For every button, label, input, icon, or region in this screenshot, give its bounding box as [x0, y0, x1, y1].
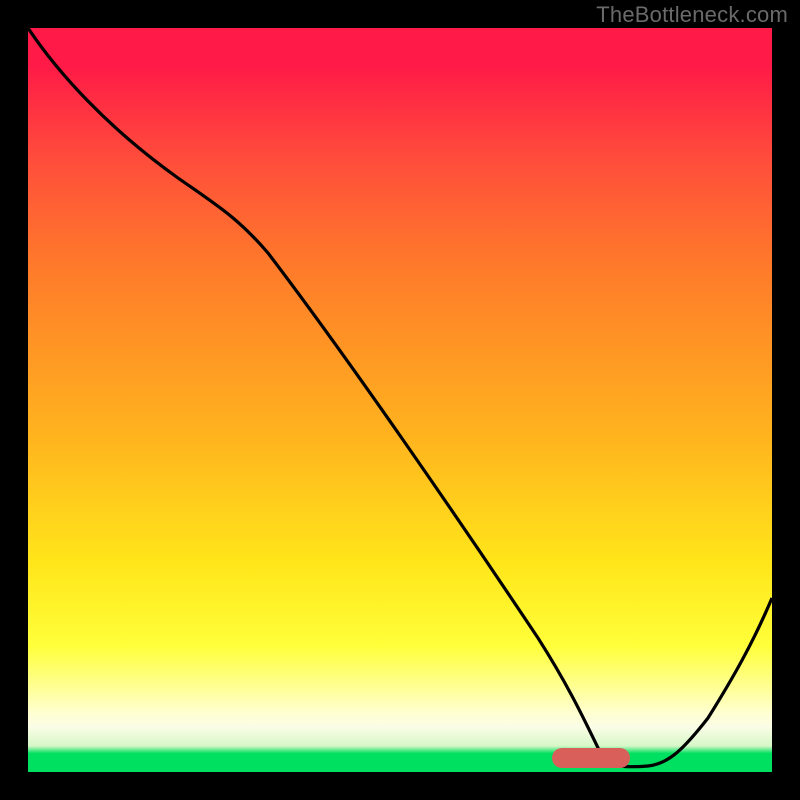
chart-frame: TheBottleneck.com	[0, 0, 800, 800]
plot-area	[28, 28, 772, 772]
optimal-marker	[552, 748, 630, 768]
curve-svg	[28, 28, 772, 772]
bottleneck-curve	[28, 28, 772, 767]
watermark-text: TheBottleneck.com	[596, 2, 788, 28]
